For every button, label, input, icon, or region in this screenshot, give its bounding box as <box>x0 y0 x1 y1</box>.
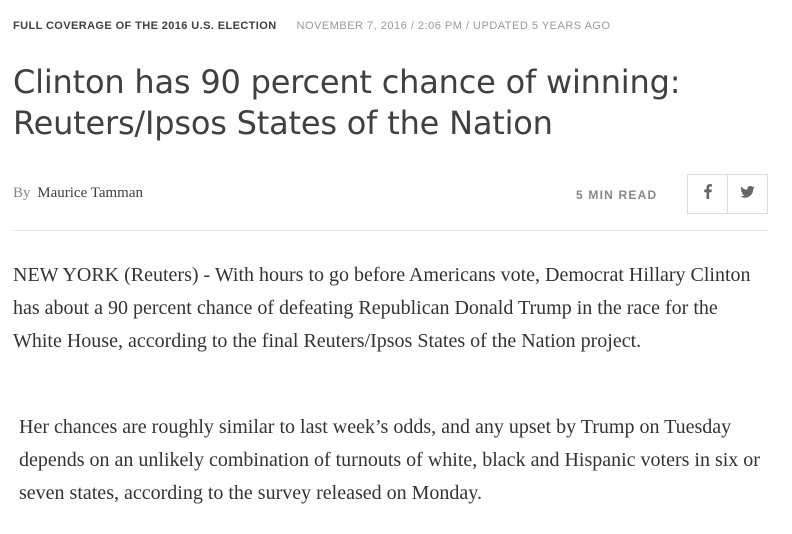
article-headline: Clinton has 90 percent chance of winning… <box>13 63 681 142</box>
header-divider <box>13 230 768 231</box>
byline: By Maurice Tamman <box>13 185 143 202</box>
facebook-share-button[interactable] <box>688 175 727 213</box>
byline-prefix: By <box>13 185 31 201</box>
facebook-icon <box>703 184 712 204</box>
article-paragraph: Her chances are roughly similar to last … <box>19 416 760 504</box>
article-meta-bar: FULL COVERAGE OF THE 2016 U.S. ELECTION … <box>13 18 611 34</box>
article-dateline: NOVEMBER 7, 2016 / 2:06 PM / UPDATED 5 Y… <box>296 20 611 32</box>
author-link[interactable]: Maurice Tamman <box>37 185 143 201</box>
twitter-share-button[interactable] <box>727 175 767 213</box>
article-paragraph: NEW YORK (Reuters) - With hours to go be… <box>13 264 751 352</box>
twitter-icon <box>740 185 755 203</box>
section-link[interactable]: FULL COVERAGE OF THE 2016 U.S. ELECTION <box>13 20 277 32</box>
share-buttons <box>687 174 768 214</box>
read-time: 5 MIN READ <box>576 188 658 202</box>
